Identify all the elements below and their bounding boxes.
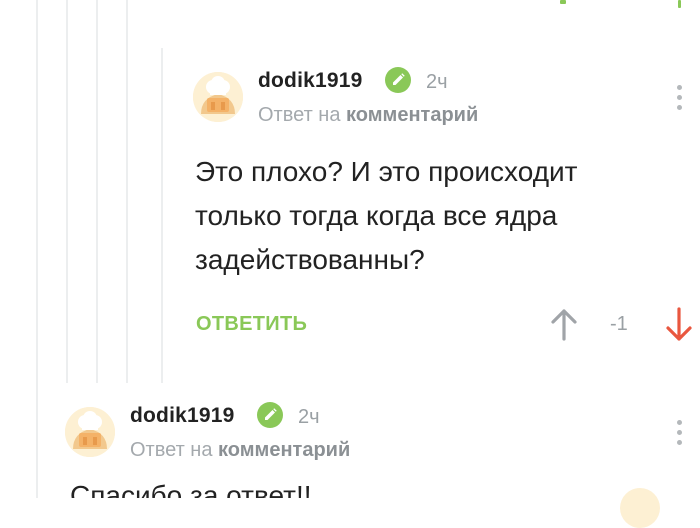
reply-prefix: Ответ на — [258, 104, 341, 126]
pencil-check-icon — [265, 408, 277, 420]
comment-time: 2ч — [298, 406, 320, 428]
comment-body: Это плохо? И это происходит только тогда… — [195, 150, 655, 282]
previous-comment-upvote-fragment[interactable] — [560, 0, 566, 4]
reply-prefix: Ответ на — [130, 439, 213, 461]
comment-author[interactable]: dodik1919 — [130, 404, 235, 428]
kebab-menu-icon[interactable] — [677, 420, 683, 450]
comment-body-text: Это плохо? И это происходит только тогда… — [195, 156, 578, 275]
thread-line — [66, 0, 68, 383]
avatar-partial — [620, 488, 660, 528]
kebab-menu-icon[interactable] — [677, 85, 683, 115]
avatar[interactable] — [193, 72, 243, 122]
previous-comment-downvote-fragment[interactable] — [678, 0, 681, 8]
reply-to-line[interactable]: Ответ на комментарий — [258, 104, 478, 127]
thread-line — [161, 48, 163, 383]
comment-author[interactable]: dodik1919 — [258, 69, 363, 93]
arrow-up-icon[interactable] — [550, 308, 578, 342]
verified-badge — [385, 67, 411, 93]
rating-value: -1 — [610, 313, 628, 335]
reply-target-link[interactable]: комментарий — [346, 104, 478, 126]
arrow-down-icon[interactable] — [665, 306, 693, 342]
thread-line — [126, 0, 128, 383]
reply-button[interactable]: ОТВЕТИТЬ — [196, 313, 307, 336]
thread-line — [36, 0, 38, 498]
chef-hat-avatar-icon — [193, 72, 243, 122]
verified-badge — [257, 402, 283, 428]
comment-body-partial: Спасибо за ответ!! — [70, 480, 312, 498]
avatar[interactable] — [65, 407, 115, 457]
pencil-check-icon — [393, 73, 405, 85]
reply-to-line[interactable]: Ответ на комментарий — [130, 439, 350, 462]
thread-line — [96, 0, 98, 383]
reply-target-link[interactable]: комментарий — [218, 439, 350, 461]
comment-time: 2ч — [426, 71, 448, 93]
chef-hat-avatar-icon — [65, 407, 115, 457]
